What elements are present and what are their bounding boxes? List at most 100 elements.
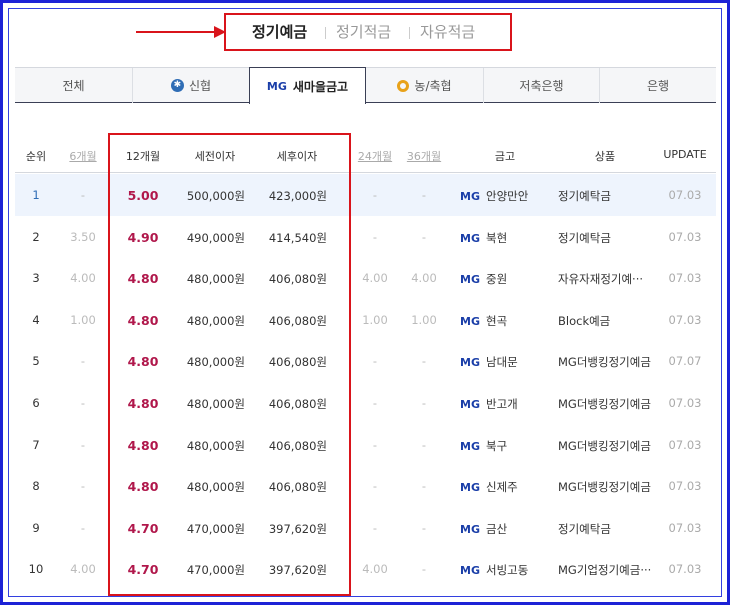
tab-saemaul[interactable]: MG 새마을금고 [249,67,366,104]
cell-update-date: 07.03 [668,437,702,452]
bank-name: 중원 [485,272,508,287]
tab-savings-bank[interactable]: 저축은행 [483,68,599,103]
cell-36m: - [421,437,427,452]
cell-product[interactable]: MG더뱅킹정기예금 [558,438,658,454]
tab-nonghyup-label: 농/축협 [414,79,452,93]
table-row[interactable]: 6 - 4.80 480,000원 406,080원 - - MG더뱅킹정기예금 MG 반고개 07… [15,382,716,424]
table-row[interactable]: 5 - 4.80 480,000원 406,080원 - - MG더뱅킹정기예금 MG 남대문 07… [15,340,716,382]
bank-name: 신제주 [485,480,518,495]
cell-bank[interactable]: MG 반고개 [460,396,550,412]
cell-36m: - [421,229,427,244]
cell-update-date: 07.03 [668,312,702,327]
header-12m[interactable]: 12개월 [123,148,163,164]
table-row[interactable]: 3 4.00 4.80 480,000원 406,080원 4.00 4.00 자유자재정기예… [15,257,716,299]
mg-icon: MG [266,79,287,93]
tab-nonghyup[interactable]: 농/축협 [366,68,483,103]
cell-pretax-interest: 480,000원 [186,272,245,287]
cell-product[interactable]: 정기예탁금 [558,521,658,537]
cell-6m: - [80,479,86,494]
table-row[interactable]: 9 - 4.70 470,000원 397,620원 - - 정기예탁금 MG 금산 07.03 [15,507,716,549]
mg-icon: MG [460,231,480,245]
cell-rank: 9 [32,520,40,535]
table-row[interactable]: 7 - 4.80 480,000원 406,080원 - - MG더뱅킹정기예금 MG 북구 07.… [15,424,716,466]
table-row[interactable]: 10 4.00 4.70 470,000원 397,620원 4.00 - MG기업정기예금·… [15,548,716,590]
cell-bank[interactable]: MG 북구 [460,438,550,454]
cell-bank[interactable]: MG 안양만안 [460,188,550,204]
cell-bank[interactable]: MG 서빙고동 [460,562,550,578]
cell-pretax-interest: 480,000원 [186,397,245,411]
cell-posttax-interest: 397,620원 [268,521,327,536]
bank-name: 서빙고동 [485,563,529,578]
cell-36m: - [421,479,427,494]
bank-name: 현곡 [485,313,508,328]
header-product: 상품 [594,150,616,163]
cell-bank[interactable]: MG 남대문 [460,354,550,370]
bank-name: 안양만안 [485,189,529,203]
cell-bank[interactable]: MG 중원 [460,271,550,287]
cell-update-date: 07.03 [668,229,702,244]
cell-12m-rate: 4.80 [127,354,159,370]
cell-pretax-interest: 480,000원 [186,480,245,495]
cell-product[interactable]: Block예금 [558,313,658,329]
nonghyup-icon [397,79,410,92]
table-row[interactable]: 4 1.00 4.80 480,000원 406,080원 1.00 1.00 Block예금… [15,299,716,341]
header-rank: 순위 [25,150,47,163]
tab-installment-savings[interactable]: 정기적금 [336,22,391,42]
cell-update-date: 07.03 [668,520,702,535]
cell-36m: 1.00 [411,312,437,327]
cell-product[interactable]: 정기예탁금 [558,230,658,246]
cell-rank: 7 [32,437,40,452]
tab-saemaul-label: 새마을금고 [292,79,349,94]
annotation-arrow [136,31,216,33]
cell-product[interactable]: 자유자재정기예··· [558,271,658,287]
table-row[interactable]: 8 - 4.80 480,000원 406,080원 - - MG더뱅킹정기예금 MG 신제주 07… [15,465,716,507]
cell-24m: - [372,520,378,535]
tab-shinhyup[interactable]: ✱ 신협 [132,68,249,103]
cell-update-date: 07.03 [668,479,702,494]
cell-36m: - [421,396,427,410]
tab-savings-bank-label: 저축은행 [519,79,564,93]
table-row[interactable]: 2 3.50 4.90 490,000원 414,540원 - - 정기예탁금 MG 북현 07.0… [15,216,716,258]
cell-bank[interactable]: MG 금산 [460,521,550,537]
cell-12m-rate: 4.80 [127,396,159,411]
cell-24m: - [372,229,378,244]
header-6m[interactable]: 6개월 [67,148,99,164]
cell-24m: - [372,396,378,410]
cell-bank[interactable]: MG 현곡 [460,313,550,329]
tab-bank-label: 은행 [646,79,670,93]
tab-term-deposit[interactable]: 정기예금 [252,22,307,42]
cell-posttax-interest: 406,080원 [268,438,327,453]
cell-product[interactable]: MG더뱅킹정기예금 [558,354,658,370]
cell-pretax-interest: 480,000원 [186,438,245,453]
cell-product[interactable]: MG기업정기예금··· [558,562,658,578]
cell-rank: 2 [32,229,40,244]
cell-posttax-interest: 406,080원 [268,355,327,370]
cell-product[interactable]: MG더뱅킹정기예금 [558,396,658,412]
cell-update-date: 07.03 [668,188,702,202]
cell-pretax-interest: 470,000원 [186,521,245,536]
header-36m[interactable]: 36개월 [406,148,442,164]
cell-12m-rate: 4.90 [127,229,159,245]
cell-12m-rate: 4.70 [127,520,159,536]
table-header: 순위 6개월 12개월 세전이자 세후이자 24개월 36개월 금고 상품 UP… [15,140,716,173]
table-row[interactable]: 1 - 5.00 500,000원 423,000원 - - 정기예탁금 MG 안양만안 07.03 [15,174,716,216]
cell-24m: 4.00 [362,562,388,577]
tab-bank[interactable]: 은행 [599,68,716,103]
header-24m[interactable]: 24개월 [357,148,393,164]
cell-posttax-interest: 406,080원 [268,480,327,495]
tab-all[interactable]: 전체 [15,68,132,103]
header-update: UPDATE [663,148,707,161]
cell-pretax-interest: 480,000원 [186,313,245,328]
cell-posttax-interest: 397,620원 [268,563,327,578]
cell-product[interactable]: 정기예탁금 [558,188,658,204]
cell-24m: 1.00 [362,312,388,327]
cell-rank: 1 [32,188,40,202]
cell-bank[interactable]: MG 북현 [460,230,550,246]
bank-name: 북현 [485,230,508,245]
cell-bank[interactable]: MG 신제주 [460,479,550,495]
cell-posttax-interest: 414,540원 [268,230,327,245]
cell-24m: - [372,188,378,202]
tab-free-savings[interactable]: 자유적금 [420,22,475,42]
cell-product[interactable]: MG더뱅킹정기예금 [558,479,658,495]
cell-posttax-interest: 406,080원 [268,397,327,411]
